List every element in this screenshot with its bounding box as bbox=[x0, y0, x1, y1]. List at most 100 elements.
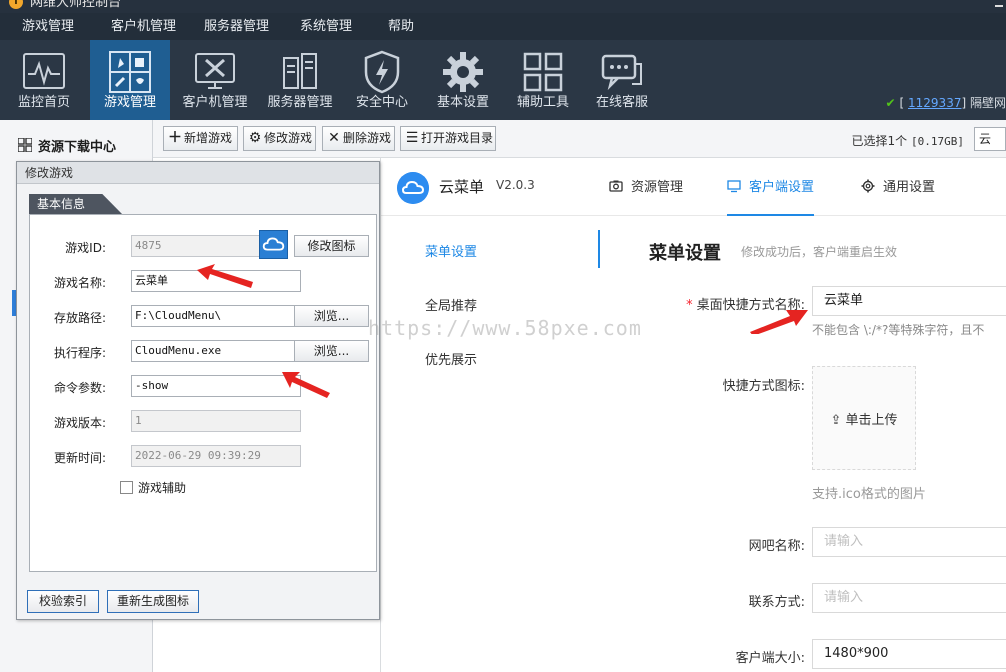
checkbox-box[interactable] bbox=[120, 481, 133, 494]
client-tools-icon bbox=[195, 53, 235, 89]
add-game-button[interactable]: ＋新增游戏 bbox=[163, 126, 238, 151]
client-size-label: 客户端大小: bbox=[735, 651, 805, 666]
web-top-nav: 云菜单 V2.0.3 资源管理 客户端设置 通用设置 bbox=[381, 158, 1006, 216]
add-game-label: 新增游戏 bbox=[184, 131, 233, 145]
upload-text: 单击上传 bbox=[845, 413, 898, 428]
cloud-logo-icon bbox=[397, 172, 429, 204]
chat-icon bbox=[601, 54, 642, 91]
required-mark: * bbox=[686, 298, 693, 313]
tool-security-center[interactable]: 安全中心 bbox=[346, 40, 418, 120]
basic-info-group: 游戏ID: 4875 修改图标 游戏名称: 云菜单 存放路径: F:\Cloud… bbox=[29, 214, 377, 572]
tab-general-settings[interactable]: 通用设置 bbox=[861, 176, 935, 216]
tool-game-manage[interactable]: 游戏管理 bbox=[90, 40, 170, 120]
shortcut-name-input[interactable]: 云菜单 bbox=[812, 286, 1006, 316]
side-global-recommend[interactable]: 全局推荐 bbox=[425, 295, 477, 314]
menu-help[interactable]: 帮助 bbox=[388, 13, 414, 40]
qq-link[interactable]: 1129337 bbox=[908, 96, 961, 110]
cafe-name-label: 网吧名称: bbox=[748, 539, 805, 554]
selected-size: [0.17GB] bbox=[911, 135, 964, 148]
cafe-name-input[interactable]: 请输入 bbox=[812, 527, 1006, 557]
tool-aux-tools[interactable]: 辅助工具 bbox=[507, 40, 579, 120]
resource-center-title[interactable]: 资源下载中心 bbox=[38, 136, 116, 155]
shortcut-name-hint: 不能包含 \:/*?等特殊字符，且不 bbox=[812, 323, 985, 337]
regen-icon-button[interactable]: 重新生成图标 bbox=[107, 590, 199, 613]
tab-basic-info[interactable]: 基本信息 bbox=[29, 194, 123, 215]
menu-client[interactable]: 客户机管理 bbox=[111, 13, 176, 40]
tool-label: 游戏管理 bbox=[103, 95, 156, 110]
gear-icon bbox=[443, 52, 483, 92]
game-assist-checkbox[interactable]: 游戏辅助 bbox=[120, 479, 186, 496]
grid-tools-icon bbox=[523, 52, 563, 92]
check-icon: ✔ bbox=[885, 96, 896, 110]
browse-exe-button[interactable]: 浏览... bbox=[294, 340, 369, 362]
open-dir-label: 打开游戏目录 bbox=[421, 131, 494, 145]
icon-upload-area[interactable]: ⇪ 单击上传 bbox=[812, 366, 916, 470]
open-game-dir-button[interactable]: ☰ 打开游戏目录 bbox=[400, 126, 496, 151]
monitor-pulse-icon bbox=[23, 53, 65, 89]
gear-icon bbox=[861, 179, 875, 193]
menu-server[interactable]: 服务器管理 bbox=[204, 13, 269, 40]
side-menu-settings[interactable]: 菜单设置 bbox=[425, 241, 477, 260]
window-title: 网维大师控制台 bbox=[30, 0, 122, 10]
updated-field[interactable]: 2022-06-29 09:39:29 bbox=[131, 445, 301, 467]
change-icon-button[interactable]: 修改图标 bbox=[294, 235, 369, 257]
tab-client-settings[interactable]: 客户端设置 bbox=[727, 176, 815, 216]
upload-icon: ⇪ bbox=[830, 413, 846, 428]
main-toolbar: 监控首页 游戏管理 客户机管理 服务器管理 安全中心 基本设置 辅助工具 在线客… bbox=[0, 40, 1006, 120]
selection-info: 已选择1个 [0.17GB] bbox=[852, 132, 964, 149]
shield-bolt-icon bbox=[364, 50, 400, 94]
game-controller-icon bbox=[109, 51, 151, 93]
section-title: 菜单设置 bbox=[649, 243, 721, 264]
web-side-menu: 菜单设置 全局推荐 优先展示 bbox=[381, 216, 601, 672]
menu-system[interactable]: 系统管理 bbox=[300, 13, 352, 40]
delete-game-button[interactable]: ✕ 删除游戏 bbox=[322, 126, 395, 151]
contact-input[interactable]: 请输入 bbox=[812, 583, 1006, 613]
monitor-icon bbox=[727, 180, 741, 193]
path-field[interactable]: F:\CloudMenu\ bbox=[131, 305, 301, 327]
tool-label: 基本设置 bbox=[436, 95, 489, 110]
tool-label: 安全中心 bbox=[355, 95, 408, 110]
tool-label: 辅助工具 bbox=[516, 95, 569, 110]
menu-settings-form: 菜单设置 修改成功后，客户端重启生效 * 桌面快捷方式名称: 云菜单 不能包含 \… bbox=[601, 216, 1006, 672]
game-name-field[interactable]: 云菜单 bbox=[131, 270, 301, 292]
brand-name: 云菜单 bbox=[439, 178, 485, 196]
version-field[interactable]: 1 bbox=[131, 410, 301, 432]
game-name-label: 游戏名称: bbox=[53, 276, 106, 290]
grid-icon bbox=[18, 138, 32, 152]
exe-label: 执行程序: bbox=[53, 346, 106, 360]
filter-combo[interactable]: 云 bbox=[974, 127, 1006, 151]
exe-field[interactable]: CloudMenu.exe bbox=[131, 340, 301, 362]
app-logo-icon: i bbox=[9, 0, 23, 9]
args-label: 命令参数: bbox=[53, 381, 106, 395]
checkbox-label: 游戏辅助 bbox=[138, 481, 187, 495]
side-active-indicator bbox=[598, 230, 600, 268]
tool-label: 客户机管理 bbox=[182, 95, 248, 110]
browse-path-button[interactable]: 浏览... bbox=[294, 305, 369, 327]
client-size-input[interactable]: 1480*900 bbox=[812, 639, 1006, 669]
tool-online-service[interactable]: 在线客服 bbox=[586, 40, 658, 120]
tab-label: 资源管理 bbox=[631, 180, 684, 195]
game-id-field[interactable]: 4875 bbox=[131, 235, 261, 257]
tab-resource-manage[interactable]: 资源管理 bbox=[609, 176, 683, 216]
tool-server-manage[interactable]: 服务器管理 bbox=[262, 40, 338, 120]
status-bracket-close: ] bbox=[961, 96, 967, 110]
tool-client-manage[interactable]: 客户机管理 bbox=[175, 40, 255, 120]
cloud-menu-web-panel: 云菜单 V2.0.3 资源管理 客户端设置 通用设置 菜单设置 全局推荐 优先展… bbox=[380, 158, 1006, 672]
args-field[interactable]: -show bbox=[131, 375, 301, 397]
menu-game[interactable]: 游戏管理 bbox=[22, 13, 74, 40]
dialog-title[interactable]: 修改游戏 bbox=[17, 162, 379, 184]
menu-bar: 游戏管理 客户机管理 服务器管理 系统管理 帮助 bbox=[0, 13, 1006, 40]
side-priority-display[interactable]: 优先展示 bbox=[425, 349, 477, 368]
tool-basic-settings[interactable]: 基本设置 bbox=[427, 40, 499, 120]
cloud-icon bbox=[262, 237, 285, 251]
tool-monitor-home[interactable]: 监控首页 bbox=[4, 40, 84, 120]
game-icon-preview bbox=[259, 230, 288, 259]
selected-count: 已选择1个 bbox=[851, 134, 908, 148]
camera-icon bbox=[609, 180, 623, 192]
plus-icon: ＋ bbox=[168, 130, 182, 146]
minimize-button[interactable] bbox=[995, 5, 1003, 7]
tab-label: 通用设置 bbox=[883, 180, 936, 195]
edit-game-button[interactable]: ⚙ 修改游戏 bbox=[243, 126, 316, 151]
verify-index-button[interactable]: 校验索引 bbox=[27, 590, 99, 613]
shortcut-icon-hint: 支持.ico格式的图片 bbox=[812, 487, 926, 502]
